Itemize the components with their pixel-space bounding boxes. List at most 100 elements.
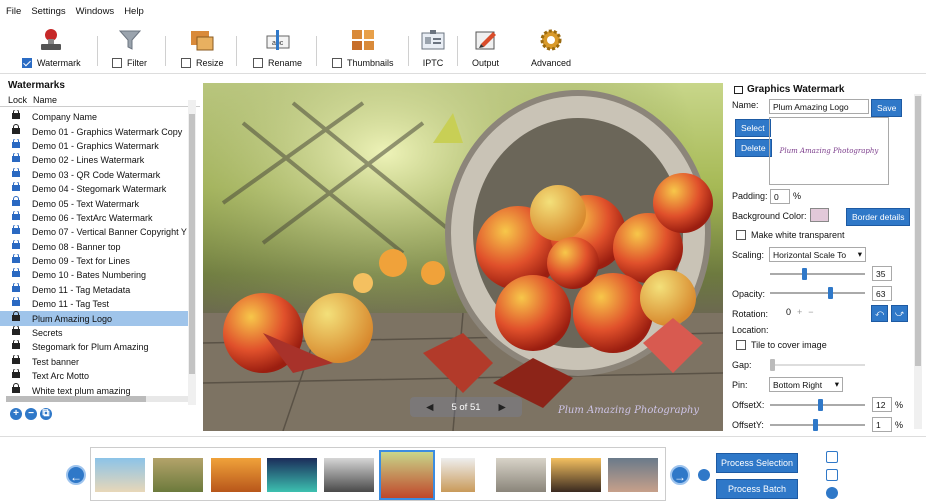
filter-checkbox[interactable] [112,58,122,68]
settings-gear-icon[interactable] [698,469,710,481]
duplicate-watermark-button[interactable]: ⧉ [40,408,52,420]
add-watermark-button[interactable]: + [10,408,22,420]
lock-icon[interactable] [12,354,20,366]
lock-icon[interactable] [12,181,20,193]
remove-watermark-button[interactable]: − [25,408,37,420]
lock-icon[interactable] [12,210,20,222]
thumbnail[interactable] [496,458,546,492]
thumbnails-checkbox[interactable] [332,58,342,68]
save-button[interactable]: Save [871,99,903,117]
info-icon[interactable] [826,487,838,499]
watermark-checkbox[interactable] [22,58,32,68]
watermarks-hscrollbar[interactable] [6,396,188,402]
watermark-row[interactable]: Demo 08 - Banner top [0,239,188,254]
resize-tool[interactable]: Resize [181,28,224,68]
column-lock[interactable]: Lock [0,95,27,105]
lock-icon[interactable] [12,138,20,150]
thumbnail[interactable] [95,458,145,492]
lock-icon[interactable] [12,311,20,323]
watermarks-scrollbar[interactable] [188,100,196,405]
prev-image-icon[interactable]: ◀ [426,402,433,413]
folder-icon[interactable] [826,469,838,481]
offsety-number[interactable]: 1 [872,417,892,432]
thumbnail[interactable] [153,458,203,492]
watermark-row[interactable]: Demo 06 - TextArc Watermark [0,210,188,225]
lock-icon[interactable] [12,282,20,294]
scaling-dropdown[interactable]: Horizontal Scale To ▾ [769,247,866,262]
watermark-row[interactable]: Demo 10 - Bates Numbering [0,268,188,282]
lock-icon[interactable] [12,167,20,179]
offsetx-number[interactable]: 12 [872,397,892,412]
watermark-row[interactable]: Demo 04 - Stegomark Watermark [0,181,188,196]
scaling-slider[interactable] [770,268,865,280]
lock-icon[interactable] [12,340,20,351]
pin-dropdown[interactable]: Bottom Right ▾ [769,377,843,392]
opacity-slider[interactable] [770,287,865,299]
process-selection-button[interactable]: Process Selection [716,453,798,473]
lock-icon[interactable] [12,153,20,164]
thumbnails-tool[interactable]: Thumbnails [332,28,394,68]
thumbnail-selected[interactable] [379,450,435,500]
gap-slider[interactable] [770,359,865,371]
watermark-row[interactable]: Demo 01 - Graphics Watermark [0,138,188,153]
rename-tool[interactable]: abc Rename [253,28,302,68]
lock-icon[interactable] [12,297,20,308]
lock-icon[interactable] [12,253,20,265]
process-batch-button[interactable]: Process Batch [716,479,798,499]
lock-icon[interactable] [12,268,20,279]
bg-color-swatch[interactable] [810,208,829,222]
column-name[interactable]: Name [26,95,57,105]
lock-icon[interactable] [12,369,20,380]
rotate-right-button[interactable]: ⤻ [891,305,909,322]
padding-input[interactable]: 0 [770,189,790,204]
image-viewer[interactable]: ◀ 5 of 51 ▶ Plum Amazing Photography [203,83,723,431]
thumbnail[interactable] [211,458,261,492]
thumbnail[interactable] [441,458,475,492]
watermark-row[interactable]: Test banner [0,354,188,369]
watermark-row[interactable]: Demo 02 - Lines Watermark [0,153,188,167]
watermark-row[interactable]: Secrets [0,325,188,340]
menu-file[interactable]: File [6,6,21,17]
offsety-slider[interactable] [770,419,865,431]
advanced-tool[interactable]: Advanced [531,28,571,68]
resize-checkbox[interactable] [181,58,191,68]
thumbnail[interactable] [551,458,601,492]
offsetx-slider[interactable] [770,399,865,411]
image-icon[interactable] [826,451,838,463]
lock-icon[interactable] [12,325,20,337]
delete-button[interactable]: Delete [735,139,772,157]
watermark-row[interactable]: Plum Amazing Logo [0,311,188,326]
lock-icon[interactable] [12,124,20,136]
thumbnail[interactable] [608,458,658,492]
make-white-checkbox[interactable] [736,230,746,240]
menu-windows[interactable]: Windows [76,6,115,17]
rotation-stepper[interactable]: 0 + − [786,307,814,317]
rotate-left-button[interactable]: ⤺ [871,305,889,322]
thumbnail[interactable] [267,458,317,492]
select-button[interactable]: Select [735,119,771,137]
next-image-icon[interactable]: ▶ [499,402,506,413]
watermark-row[interactable]: Demo 05 - Text Watermark [0,196,188,210]
lock-icon[interactable] [12,225,20,236]
lock-icon[interactable] [12,110,20,121]
minus-icon[interactable]: − [808,307,813,317]
menu-help[interactable]: Help [124,6,144,17]
watermark-row[interactable]: Demo 01 - Graphics Watermark Copy [0,124,188,138]
watermark-row[interactable]: Stegomark for Plum Amazing [0,340,188,354]
lock-icon[interactable] [12,239,20,251]
thumbnail[interactable] [324,458,374,492]
tile-checkbox[interactable] [736,340,746,350]
strip-prev-button[interactable]: ← [66,465,86,485]
watermark-row[interactable]: Demo 03 - QR Code Watermark [0,167,188,182]
watermark-row[interactable]: Demo 11 - Tag Metadata [0,282,188,297]
output-tool[interactable]: Output [472,28,499,68]
watermark-tool[interactable]: Watermark [22,28,81,68]
iptc-tool[interactable]: IPTC [420,28,446,68]
scaling-number[interactable]: 35 [872,266,892,281]
plus-icon[interactable]: + [797,307,802,317]
watermark-row[interactable]: Company Name [0,110,188,124]
watermark-row[interactable]: Demo 07 - Vertical Banner Copyright Y [0,225,188,239]
name-input[interactable]: Plum Amazing Logo [769,99,869,114]
menu-settings[interactable]: Settings [31,6,65,17]
lock-icon[interactable] [12,196,20,208]
